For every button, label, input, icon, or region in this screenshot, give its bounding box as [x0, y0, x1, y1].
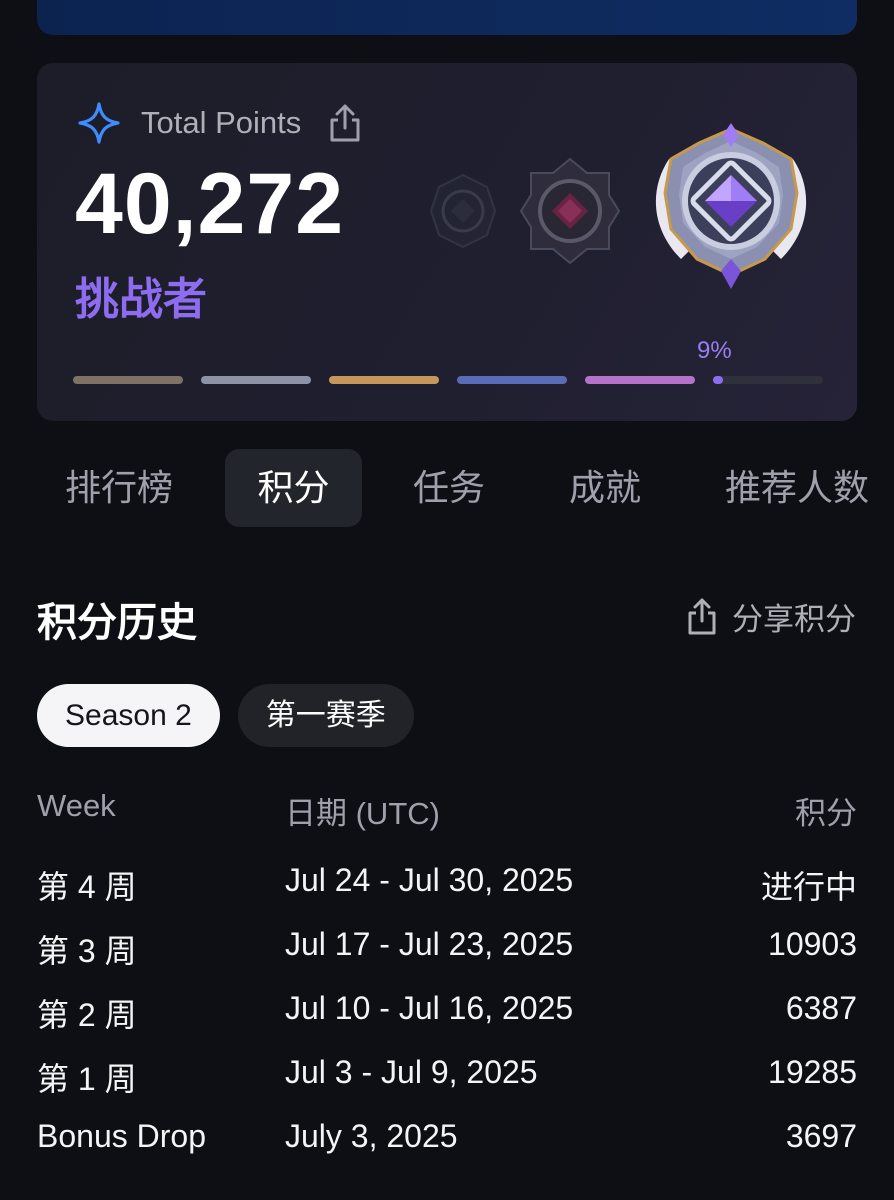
tier-bar-4: [457, 376, 567, 384]
table-row: 第 1 周 Jul 3 - Jul 9, 2025 19285: [37, 1054, 857, 1097]
share-icon[interactable]: [327, 102, 363, 144]
row-week: 第 4 周: [37, 869, 137, 905]
tab-tasks[interactable]: 任务: [381, 449, 517, 527]
challenger-tier-badge-icon: [655, 123, 807, 289]
history-table-header: Week 日期 (UTC) 积分: [37, 788, 857, 831]
share-points-button[interactable]: 分享积分: [686, 594, 856, 639]
season-2-pill[interactable]: Season 2: [37, 684, 220, 747]
rank-title: 挑战者: [75, 275, 207, 324]
points-history-title: 积分历史: [37, 601, 197, 645]
tab-referrals[interactable]: 推荐人数: [705, 449, 894, 527]
season-1-pill[interactable]: 第一赛季: [237, 684, 414, 747]
column-week: Week: [37, 788, 116, 823]
tier-bar-current: [713, 376, 823, 384]
row-points: 3697: [785, 1118, 857, 1154]
row-points: 19285: [768, 1054, 857, 1090]
total-points-card: Total Points 40,272 挑战者 9%: [37, 63, 857, 421]
tier-bar-2: [201, 376, 311, 384]
row-week: Bonus Drop: [37, 1118, 206, 1154]
table-row: 第 3 周 Jul 17 - Jul 23, 2025 10903: [37, 926, 857, 969]
tier-bar-3: [329, 376, 439, 384]
tab-bar: 排行榜 积分 任务 成就 推荐人数: [37, 449, 894, 527]
locked-tier-badge-icon: [429, 173, 497, 249]
season-selector: Season 2 第一赛季: [37, 684, 414, 747]
progress-percent: 9%: [697, 337, 732, 364]
table-row: 第 2 周 Jul 10 - Jul 16, 2025 6387: [37, 990, 857, 1033]
tab-achievements[interactable]: 成就: [537, 449, 673, 527]
row-points: 进行中: [760, 869, 857, 905]
tab-leaderboard[interactable]: 排行榜: [37, 449, 201, 527]
sparkle-icon: [78, 102, 120, 144]
row-points: 10903: [768, 926, 857, 962]
current-tier-progress-fill: [713, 376, 723, 384]
row-date: July 3, 2025: [285, 1118, 458, 1154]
table-row: Bonus Drop July 3, 2025 3697: [37, 1118, 857, 1158]
table-row: 第 4 周 Jul 24 - Jul 30, 2025 进行中: [37, 862, 857, 905]
tier-progress-bars: [73, 376, 823, 384]
column-date: 日期 (UTC): [285, 796, 440, 831]
tier-bar-1: [73, 376, 183, 384]
share-points-label: 分享积分: [732, 602, 856, 637]
row-date: Jul 3 - Jul 9, 2025: [285, 1054, 538, 1090]
previous-tier-badge-icon: [519, 157, 621, 265]
row-date: Jul 10 - Jul 16, 2025: [285, 990, 574, 1026]
row-week: 第 2 周: [37, 997, 137, 1033]
row-points: 6387: [785, 990, 857, 1026]
total-points-label: Total Points: [141, 105, 302, 140]
top-banner[interactable]: [37, 0, 857, 35]
row-week: 第 1 周: [37, 1061, 137, 1097]
share-icon: [688, 598, 716, 634]
total-points-value: 40,272: [75, 156, 345, 252]
tab-points[interactable]: 积分: [225, 449, 362, 527]
row-date: Jul 24 - Jul 30, 2025: [285, 862, 574, 898]
tier-bar-5: [585, 376, 695, 384]
row-week: 第 3 周: [37, 933, 137, 969]
column-points: 积分: [795, 796, 857, 831]
row-date: Jul 17 - Jul 23, 2025: [285, 926, 574, 962]
